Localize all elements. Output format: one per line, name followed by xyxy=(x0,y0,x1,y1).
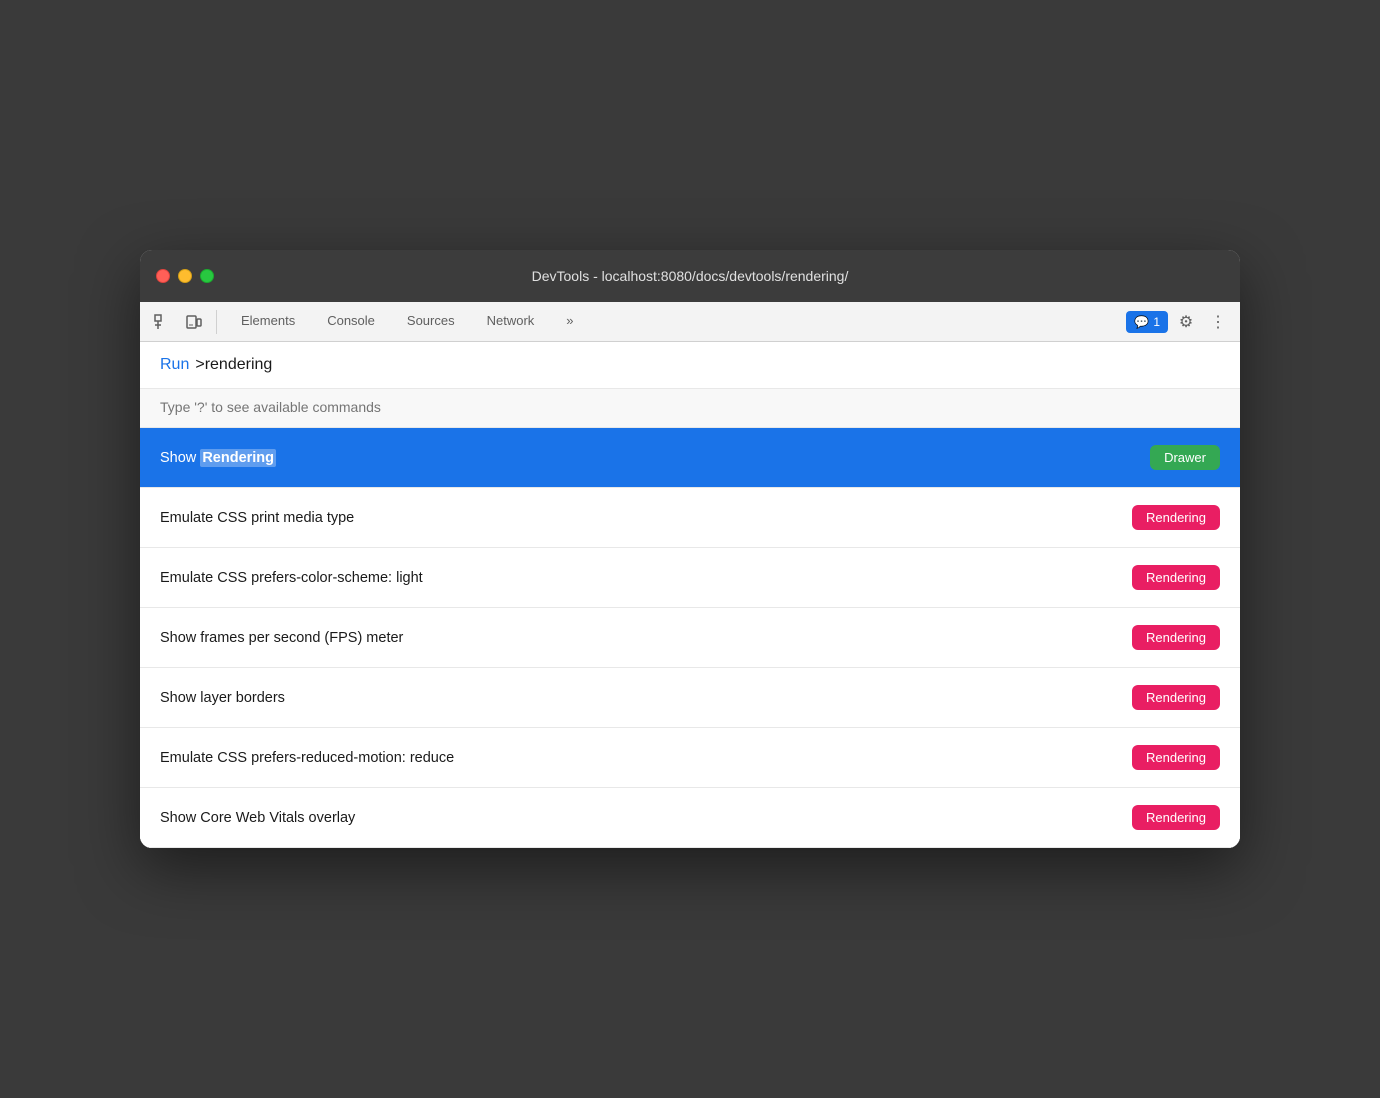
run-command: >rendering xyxy=(195,356,272,374)
titlebar: DevTools - localhost:8080/docs/devtools/… xyxy=(140,250,1240,302)
tab-sources[interactable]: Sources xyxy=(391,302,471,342)
command-text-show-layer: Show layer borders xyxy=(160,690,285,706)
rendering-badge-1[interactable]: Rendering xyxy=(1132,505,1220,530)
main-content: Run >rendering Show Rendering Drawer E xyxy=(140,342,1240,848)
devtools-panel: Elements Console Sources Network » 💬 1 ⚙… xyxy=(140,302,1240,848)
toolbar-tabs: Elements Console Sources Network » xyxy=(225,302,1122,342)
maximize-button[interactable] xyxy=(200,269,214,283)
search-box-area xyxy=(140,389,1240,428)
drawer-badge-button[interactable]: Drawer xyxy=(1150,445,1220,470)
rendering-badge-6[interactable]: Rendering xyxy=(1132,805,1220,830)
rendering-badge-4[interactable]: Rendering xyxy=(1132,685,1220,710)
command-list: Show Rendering Drawer Emulate CSS print … xyxy=(140,428,1240,848)
command-text-highlight: Rendering xyxy=(200,449,276,467)
command-text-show-fps: Show frames per second (FPS) meter xyxy=(160,630,403,646)
run-label: Run xyxy=(160,356,189,374)
command-item-core-web[interactable]: Show Core Web Vitals overlay Rendering xyxy=(140,788,1240,848)
command-text-prefix: Show xyxy=(160,450,200,466)
traffic-lights xyxy=(156,269,214,283)
badge-count: 1 xyxy=(1153,315,1160,329)
settings-button[interactable]: ⚙ xyxy=(1172,308,1200,336)
rendering-badge-3[interactable]: Rendering xyxy=(1132,625,1220,650)
window-title: DevTools - localhost:8080/docs/devtools/… xyxy=(532,268,849,284)
badge-icon: 💬 xyxy=(1134,315,1149,329)
command-item-emulate-print[interactable]: Emulate CSS print media type Rendering xyxy=(140,488,1240,548)
rendering-badge-5[interactable]: Rendering xyxy=(1132,745,1220,770)
command-text-emulate-color: Emulate CSS prefers-color-scheme: light xyxy=(160,570,423,586)
command-text-core-web: Show Core Web Vitals overlay xyxy=(160,810,355,826)
inspect-icon-button[interactable] xyxy=(148,308,176,336)
command-text-show-rendering: Show Rendering xyxy=(160,450,276,466)
device-toggle-button[interactable] xyxy=(180,308,208,336)
command-item-show-layer[interactable]: Show layer borders Rendering xyxy=(140,668,1240,728)
toolbar-divider xyxy=(216,310,217,334)
tab-elements[interactable]: Elements xyxy=(225,302,311,342)
devtools-toolbar: Elements Console Sources Network » 💬 1 ⚙… xyxy=(140,302,1240,342)
command-text-reduced-motion: Emulate CSS prefers-reduced-motion: redu… xyxy=(160,750,454,766)
tab-more[interactable]: » xyxy=(550,302,589,342)
command-text-emulate-print: Emulate CSS print media type xyxy=(160,510,354,526)
more-options-button[interactable]: ⋮ xyxy=(1204,308,1232,336)
command-search-input[interactable] xyxy=(160,399,1220,415)
toolbar-right: 💬 1 ⚙ ⋮ xyxy=(1126,308,1232,336)
run-header: Run >rendering xyxy=(140,342,1240,389)
rendering-badge-2[interactable]: Rendering xyxy=(1132,565,1220,590)
command-item-reduced-motion[interactable]: Emulate CSS prefers-reduced-motion: redu… xyxy=(140,728,1240,788)
minimize-button[interactable] xyxy=(178,269,192,283)
tab-console[interactable]: Console xyxy=(311,302,391,342)
command-item-show-rendering[interactable]: Show Rendering Drawer xyxy=(140,428,1240,488)
close-button[interactable] xyxy=(156,269,170,283)
notification-badge-button[interactable]: 💬 1 xyxy=(1126,311,1168,333)
devtools-window: DevTools - localhost:8080/docs/devtools/… xyxy=(140,250,1240,848)
tab-network[interactable]: Network xyxy=(471,302,551,342)
command-item-show-fps[interactable]: Show frames per second (FPS) meter Rende… xyxy=(140,608,1240,668)
command-item-emulate-color[interactable]: Emulate CSS prefers-color-scheme: light … xyxy=(140,548,1240,608)
